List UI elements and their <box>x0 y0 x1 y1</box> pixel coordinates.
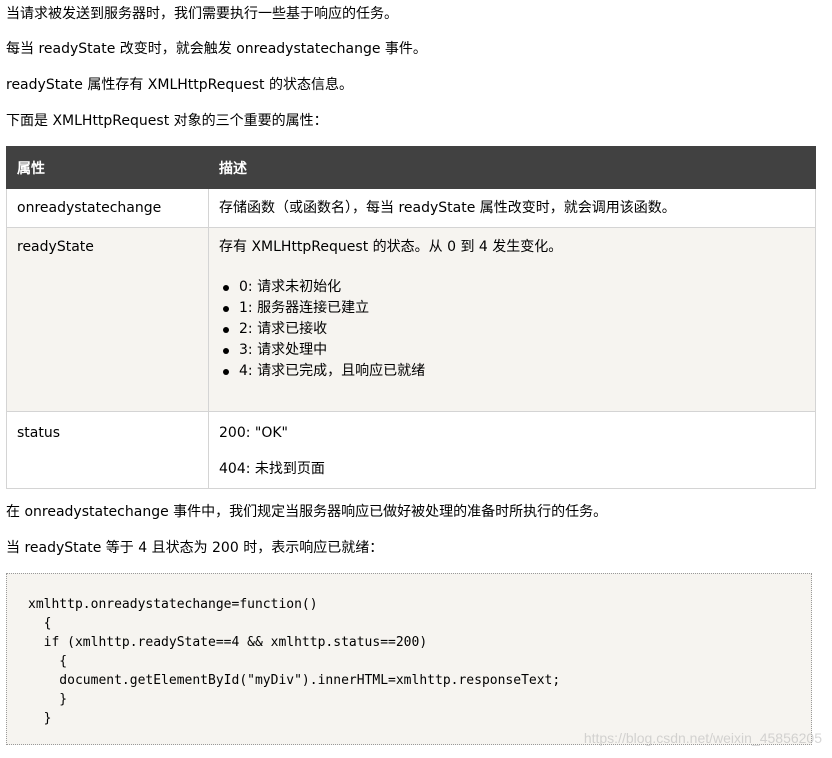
status-line-404: 404: 未找到页面 <box>219 461 325 477</box>
status-line-200: 200: "OK" <box>219 425 288 441</box>
column-header-description: 描述 <box>208 146 816 189</box>
intro-paragraph: 当请求被发送到服务器时，我们需要执行一些基于响应的任务。 <box>6 6 398 22</box>
ready-condition-paragraph: 当 readyState 等于 4 且状态为 200 时，表示响应已就绪： <box>6 540 384 556</box>
column-header-property: 属性 <box>6 146 209 189</box>
list-item: 0: 请求未初始化 <box>223 277 805 298</box>
table-row: onreadystatechange 存储函数（或函数名），每当 readySt… <box>6 188 816 228</box>
property-description-cell: 200: "OK" 404: 未找到页面 <box>208 411 816 489</box>
code-snippet: xmlhttp.onreadystatechange=function() { … <box>28 597 561 726</box>
list-item: 1: 服务器连接已建立 <box>223 298 805 319</box>
readystate-event-paragraph: 每当 readyState 改变时，就会触发 onreadystatechang… <box>6 41 427 57</box>
code-block: xmlhttp.onreadystatechange=function() { … <box>6 573 812 745</box>
list-item: 3: 请求处理中 <box>223 340 805 361</box>
handler-paragraph: 在 onreadystatechange 事件中，我们规定当服务器响应已做好被处… <box>6 504 608 520</box>
property-description-cell: 存有 XMLHttpRequest 的状态。从 0 到 4 发生变化。 0: 请… <box>208 227 816 412</box>
readystate-description: 存有 XMLHttpRequest 的状态。从 0 到 4 发生变化。 <box>219 239 563 255</box>
list-item: 2: 请求已接收 <box>223 319 805 340</box>
table-header-row: 属性 描述 <box>6 146 816 189</box>
table-row: readyState 存有 XMLHttpRequest 的状态。从 0 到 4… <box>6 227 816 412</box>
watermark-text: https://blog.csdn.net/weixin_45856205 <box>583 730 822 746</box>
property-description-cell: 存储函数（或函数名），每当 readyState 属性改变时，就会调用该函数。 <box>208 188 816 228</box>
table-row: status 200: "OK" 404: 未找到页面 <box>6 411 816 489</box>
list-item: 4: 请求已完成，且响应已就绪 <box>223 361 805 382</box>
property-name-cell: status <box>6 411 209 489</box>
property-name-cell: onreadystatechange <box>6 188 209 228</box>
readystate-info-paragraph: readyState 属性存有 XMLHttpRequest 的状态信息。 <box>6 77 353 93</box>
property-name-cell: readyState <box>6 227 209 412</box>
properties-table: 属性 描述 onreadystatechange 存储函数（或函数名），每当 r… <box>6 146 816 489</box>
readystate-states-list: 0: 请求未初始化 1: 服务器连接已建立 2: 请求已接收 3: 请求处理中 … <box>219 277 805 382</box>
properties-intro-paragraph: 下面是 XMLHttpRequest 对象的三个重要的属性： <box>6 113 328 129</box>
